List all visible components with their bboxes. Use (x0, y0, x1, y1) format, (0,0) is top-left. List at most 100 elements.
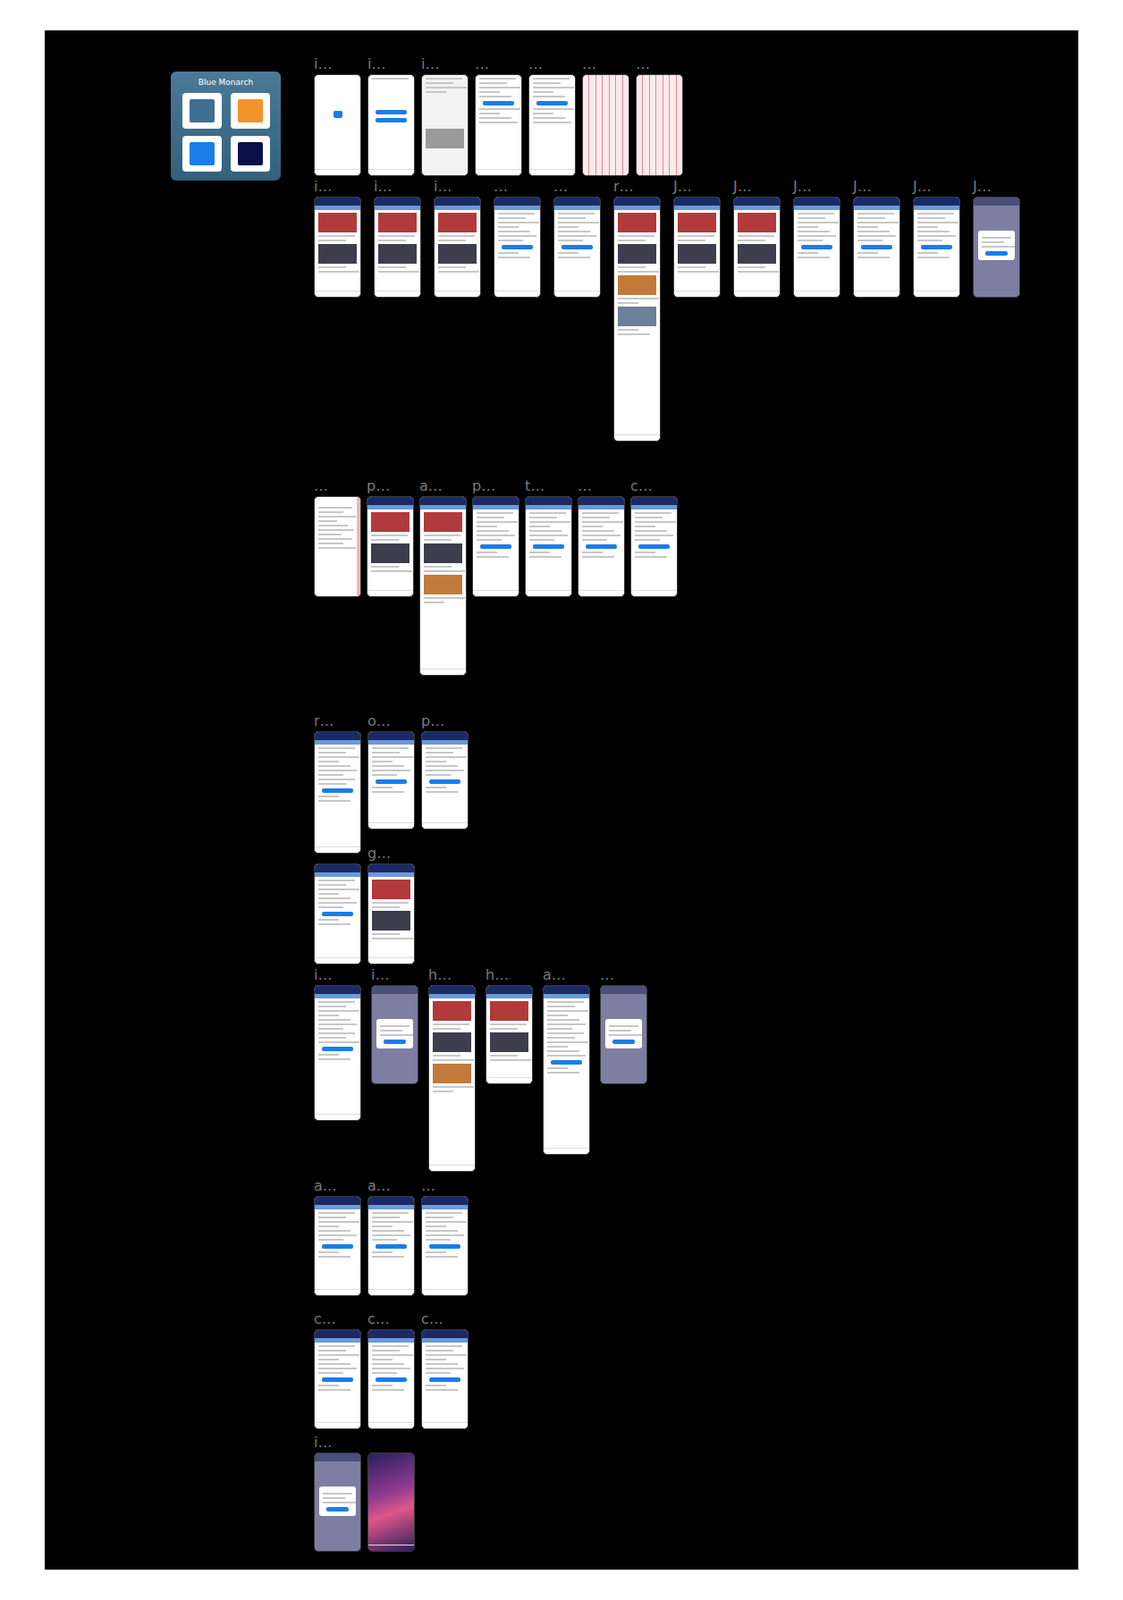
action-button[interactable] (561, 244, 593, 250)
screen-frame[interactable] (313, 985, 362, 1122)
action-button[interactable] (920, 244, 953, 250)
screen-frame[interactable] (972, 196, 1021, 298)
action-button[interactable] (532, 544, 565, 549)
action-button[interactable] (321, 1377, 354, 1383)
screen-frame[interactable] (528, 74, 576, 177)
frame-label[interactable]: t… (524, 478, 545, 495)
screen-frame[interactable] (313, 74, 362, 177)
frame-label[interactable]: J… (972, 178, 992, 195)
dialog-button[interactable] (985, 251, 1008, 256)
frame-label[interactable]: J… (793, 178, 812, 195)
frame-label[interactable]: … (553, 178, 568, 195)
frame-label[interactable]: i… (367, 56, 386, 73)
screen-frame[interactable] (313, 863, 362, 965)
frame-label[interactable]: p… (472, 478, 496, 495)
frame-label[interactable]: a… (419, 478, 443, 495)
action-button[interactable] (429, 1244, 461, 1250)
frame-label[interactable]: J… (852, 178, 872, 195)
screen-frame[interactable] (542, 985, 591, 1156)
action-button[interactable] (375, 779, 407, 785)
screen-frame[interactable] (419, 496, 467, 676)
frame-label[interactable]: a… (367, 1178, 391, 1195)
screen-frame[interactable] (630, 496, 678, 598)
color-swatch[interactable] (230, 92, 271, 129)
action-button[interactable] (321, 1047, 354, 1052)
frame-label[interactable]: c… (421, 1311, 444, 1328)
color-swatch[interactable] (230, 135, 271, 172)
screen-frame[interactable] (553, 196, 601, 298)
action-button[interactable] (321, 788, 354, 794)
frame-label[interactable]: o… (367, 713, 391, 730)
frame-label[interactable]: … (474, 56, 490, 73)
action-button[interactable] (429, 779, 461, 785)
screen-frame[interactable] (366, 496, 414, 598)
frame-label[interactable]: i… (313, 56, 332, 73)
frame-label[interactable]: r… (313, 713, 335, 730)
screen-frame[interactable] (599, 985, 648, 1085)
screen-frame[interactable] (493, 196, 541, 298)
frame-label[interactable]: … (577, 478, 592, 495)
frame-label[interactable]: c… (367, 1311, 390, 1328)
screen-frame[interactable] (912, 196, 961, 298)
frame-label[interactable]: J… (733, 178, 752, 195)
screen-frame[interactable] (524, 496, 573, 598)
screen-frame[interactable] (367, 731, 415, 830)
action-button[interactable] (801, 244, 833, 250)
action-button[interactable] (321, 911, 354, 917)
frame-label[interactable]: c… (630, 478, 653, 495)
screen-frame[interactable] (852, 196, 901, 298)
frame-label[interactable]: … (599, 967, 615, 984)
frame-label[interactable]: … (313, 478, 329, 495)
screen-frame[interactable] (421, 1329, 469, 1430)
frame-label[interactable]: … (635, 56, 651, 73)
design-canvas[interactable]: Blue Monarch i… i… i… … … … … i… i… i… … … r… J… J… J… J…… (44, 30, 1079, 1571)
screen-frame[interactable] (313, 731, 362, 854)
dialog-button[interactable] (326, 1507, 349, 1512)
screen-frame[interactable] (373, 196, 422, 298)
frame-label[interactable]: p… (366, 478, 390, 495)
frame-label[interactable]: i… (371, 967, 389, 984)
submit-button[interactable] (482, 101, 515, 106)
screen-frame[interactable] (582, 74, 630, 177)
screen-frame[interactable] (474, 74, 523, 177)
primary-button[interactable] (375, 109, 407, 115)
action-button[interactable] (429, 1377, 461, 1383)
screen-frame[interactable] (793, 196, 841, 298)
color-swatch[interactable] (182, 135, 222, 172)
frame-label[interactable]: i… (313, 1435, 332, 1452)
frame-label[interactable]: J… (912, 178, 932, 195)
dialog-button[interactable] (612, 1039, 635, 1045)
frame-label[interactable]: i… (313, 967, 332, 984)
frame-label[interactable]: i… (433, 178, 452, 195)
action-button[interactable] (321, 1244, 354, 1250)
frame-label[interactable]: … (493, 178, 508, 195)
logo-card[interactable]: Blue Monarch (170, 71, 281, 181)
screen-frame[interactable] (367, 1329, 415, 1430)
screen-frame[interactable] (367, 1452, 415, 1553)
screen-frame[interactable] (371, 985, 419, 1085)
screen-frame[interactable] (635, 74, 684, 177)
screen-frame[interactable] (673, 196, 721, 298)
screen-frame[interactable] (485, 985, 533, 1085)
action-button[interactable] (550, 1060, 583, 1065)
frame-label[interactable]: h… (428, 967, 452, 984)
color-swatch[interactable] (182, 92, 222, 129)
frame-label[interactable]: … (582, 56, 597, 73)
action-button[interactable] (861, 244, 893, 250)
screen-frame[interactable] (433, 196, 482, 298)
frame-label[interactable]: p… (421, 713, 445, 730)
screen-frame[interactable] (472, 496, 520, 598)
frame-label[interactable]: i… (373, 178, 392, 195)
screen-frame[interactable] (577, 496, 625, 598)
action-button[interactable] (375, 1377, 407, 1383)
action-button[interactable] (585, 544, 617, 549)
frame-label[interactable]: i… (313, 178, 332, 195)
dialog-button[interactable] (383, 1039, 406, 1045)
screen-frame[interactable] (367, 1196, 415, 1297)
screen-frame[interactable] (313, 1196, 362, 1297)
screen-frame[interactable] (421, 1196, 469, 1297)
frame-label[interactable]: r… (613, 178, 634, 195)
frame-label[interactable]: i… (421, 56, 440, 73)
screen-frame[interactable] (421, 731, 469, 830)
frame-label[interactable]: a… (313, 1178, 338, 1195)
